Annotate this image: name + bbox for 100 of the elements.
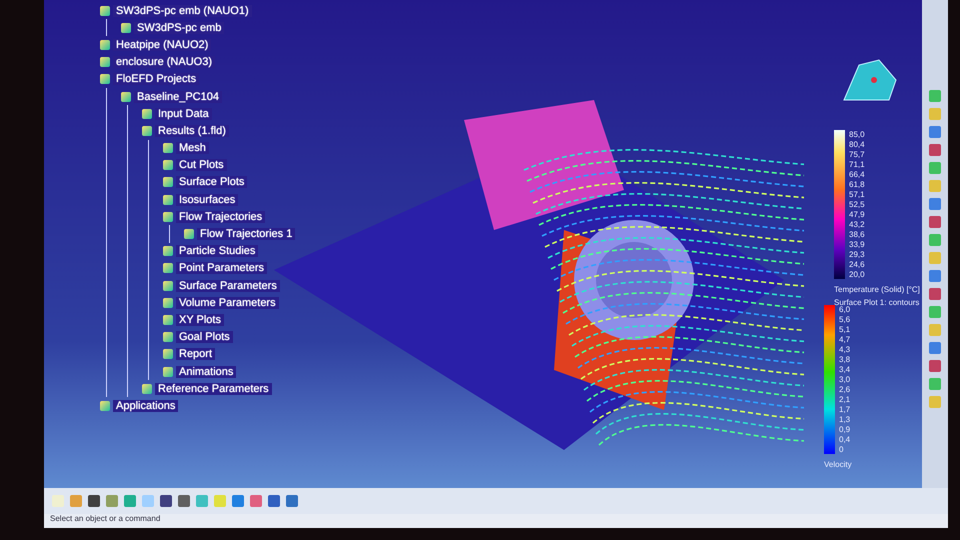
scale-value: 29,3 (849, 250, 865, 259)
tree-item[interactable]: Flow Trajectories (176, 210, 266, 223)
toolbar-icon[interactable] (929, 342, 941, 354)
scale-value: 1,3 (839, 415, 850, 424)
scale-value: 33,9 (849, 240, 865, 249)
node-icon (142, 108, 152, 119)
node-icon (163, 349, 173, 360)
scale-value: 24,6 (849, 260, 865, 269)
orientation-cube-icon (843, 59, 897, 100)
tree-item[interactable]: Animations (176, 366, 236, 378)
tree-item[interactable]: Reference Parameters (155, 382, 272, 395)
node-icon (163, 143, 173, 154)
node-icon (121, 22, 131, 33)
tree-item[interactable]: Input Data (155, 108, 212, 120)
node-icon (163, 366, 173, 377)
tree-item[interactable]: enclosure (NAUO3) (113, 56, 215, 68)
tree-item[interactable]: Applications (113, 400, 178, 412)
tree-item[interactable]: XY Plots (176, 314, 224, 326)
node-icon (142, 384, 152, 394)
scale-value: 47,9 (849, 210, 865, 219)
node-icon (163, 212, 173, 222)
node-icon (184, 229, 194, 240)
node-icon (163, 194, 173, 205)
scale-value: 61,8 (849, 180, 865, 189)
node-icon (100, 400, 110, 411)
scale-value: 75,7 (849, 150, 865, 159)
node-icon (163, 177, 173, 188)
node-icon (100, 74, 110, 84)
legend-subtitle: Surface Plot 1: contours (834, 298, 920, 307)
scale-value: 0,4 (839, 435, 850, 444)
scale-value: 3,0 (839, 375, 850, 384)
node-icon (163, 246, 173, 256)
scale-value: 4,3 (839, 345, 850, 354)
tree-item[interactable]: Surface Parameters (176, 280, 280, 292)
toolbar-icon[interactable] (929, 270, 941, 282)
tree-item[interactable]: Volume Parameters (176, 296, 279, 309)
toolbar-icon[interactable] (232, 495, 244, 507)
toolbar-icon[interactable] (106, 495, 118, 507)
scale-value: 6,0 (839, 305, 850, 314)
node-icon (163, 280, 173, 291)
toolbar-icon[interactable] (160, 495, 172, 507)
toolbar-icon[interactable] (929, 216, 941, 228)
tree-item[interactable]: SW3dPS-pc emb (NAUO1) (113, 4, 252, 17)
toolbar-icon[interactable] (929, 198, 941, 210)
tree-item[interactable]: Particle Studies (176, 245, 258, 258)
node-icon (163, 160, 173, 170)
tree-item[interactable]: Flow Trajectories 1 (197, 228, 296, 240)
scale-value: 71,1 (849, 160, 865, 169)
tree-item[interactable]: Mesh (176, 142, 209, 154)
status-text: Select an object or a command (44, 514, 948, 528)
scale-value: 66,4 (849, 170, 865, 179)
scale-value: 85,0 (849, 130, 865, 139)
scale-value: 52,5 (849, 200, 865, 209)
node-icon (100, 57, 110, 68)
tree-item[interactable]: Cut Plots (176, 159, 227, 172)
scale-value: 0 (839, 445, 844, 454)
toolbar-icon[interactable] (268, 495, 280, 507)
scale-value: 1,7 (839, 405, 850, 414)
tree-item[interactable]: Baseline_PC104 (134, 90, 222, 103)
tree-item[interactable]: Surface Plots (176, 176, 248, 188)
tree-item[interactable]: SW3dPS-pc emb (134, 22, 224, 34)
scale-value: 20,0 (849, 270, 865, 279)
toolbar-icon[interactable] (178, 495, 190, 507)
tree-item[interactable]: Report (176, 348, 216, 360)
scale-value: 2,6 (839, 385, 850, 394)
scale-value: 2,1 (839, 395, 850, 404)
node-icon (163, 314, 173, 325)
tree-item[interactable]: FloEFD Projects (113, 73, 200, 86)
tree-item[interactable]: Heatpipe (NAUO2) (113, 38, 212, 51)
node-icon (163, 332, 173, 342)
tree-item[interactable]: Goal Plots (176, 331, 233, 344)
node-icon (163, 298, 173, 308)
toolbar-icon[interactable] (286, 495, 298, 507)
scale-value: 5,6 (839, 315, 850, 324)
legend-title: Velocity (824, 460, 852, 469)
toolbar-icon[interactable] (929, 288, 941, 300)
scale-value: 4,7 (839, 335, 850, 344)
tree-item[interactable]: Point Parameters (176, 262, 267, 274)
toolbar-icon[interactable] (124, 495, 136, 507)
toolbar-icon[interactable] (929, 360, 941, 372)
scale-value: 0,9 (839, 425, 850, 434)
toolbar-icon[interactable] (88, 495, 100, 507)
scale-value: 38,6 (849, 230, 865, 239)
toolbar-icon[interactable] (929, 126, 941, 138)
toolbar-icon[interactable] (250, 495, 262, 507)
scale-value: 57,1 (849, 190, 865, 199)
scale-value: 43,2 (849, 220, 865, 229)
scale-value: 80,4 (849, 140, 865, 149)
node-icon (142, 126, 152, 136)
node-icon (163, 263, 173, 274)
node-icon (100, 40, 110, 50)
toolbar-icon[interactable] (929, 144, 941, 156)
node-icon (100, 6, 110, 16)
tree-item[interactable]: Results (1.fld) (155, 124, 229, 137)
node-icon (121, 92, 131, 102)
scale-value: 3,8 (839, 355, 850, 364)
scale-value: 5,1 (839, 325, 850, 334)
tree-item[interactable]: Isosurfaces (176, 194, 238, 206)
scale-value: 3,4 (839, 365, 850, 374)
legend-title: Temperature (Solid) [°C] (834, 285, 920, 294)
